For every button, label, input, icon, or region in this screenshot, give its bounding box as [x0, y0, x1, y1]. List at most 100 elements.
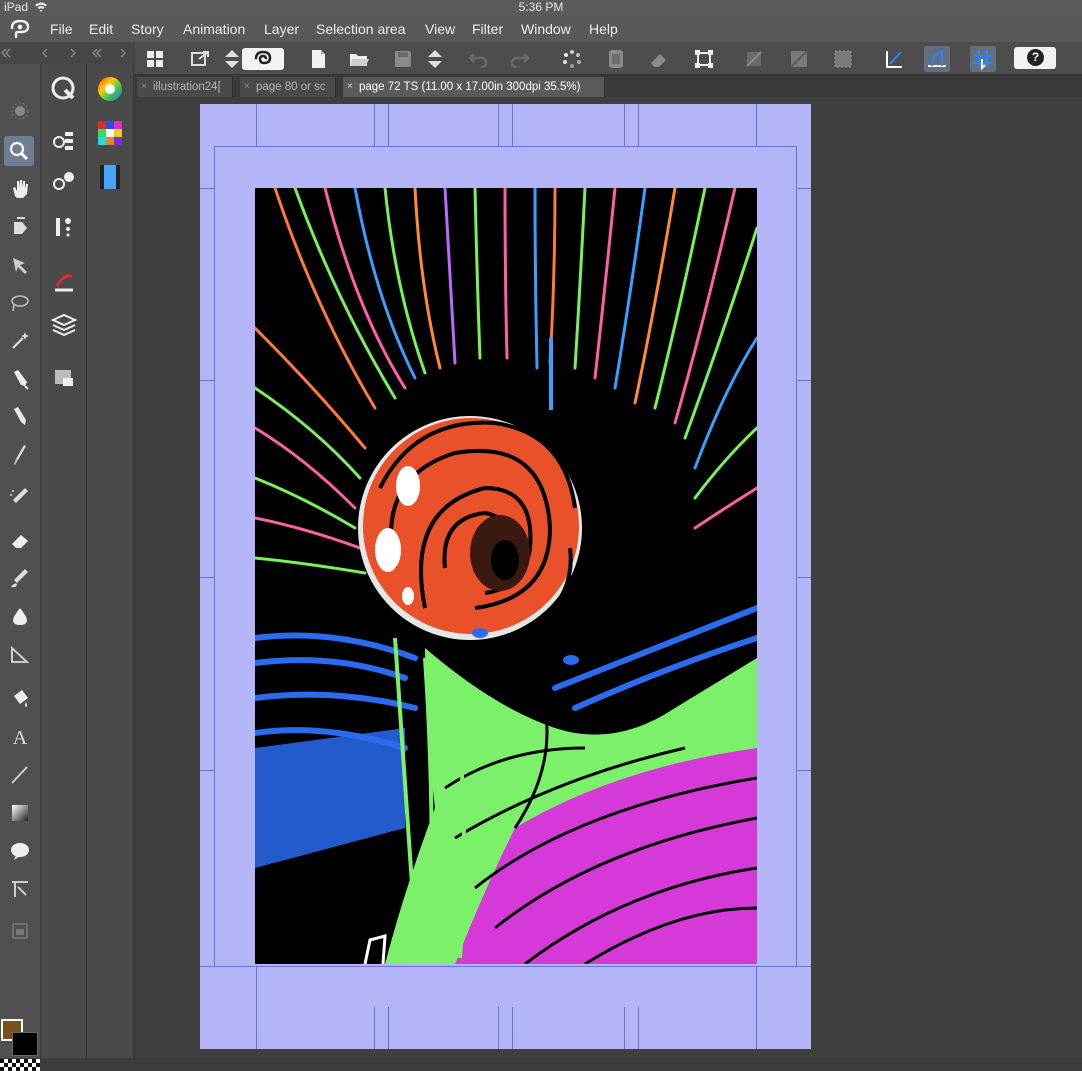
pen-icon[interactable] — [5, 364, 35, 394]
brush-icon[interactable] — [5, 440, 35, 470]
menu-layer[interactable]: Layer — [264, 21, 299, 37]
panel-collapse-arrows[interactable] — [0, 42, 135, 64]
eraser-icon-toolbar[interactable] — [646, 46, 672, 72]
crop-mark — [797, 770, 811, 771]
tab-illustration24[interactable]: × illustration24[ — [137, 77, 233, 97]
close-tab-icon[interactable]: × — [141, 77, 147, 97]
fill-icon[interactable] — [603, 46, 629, 72]
magic-wand-icon[interactable] — [5, 326, 35, 356]
clip-logo-icon[interactable] — [242, 48, 284, 70]
tab-page-80[interactable]: × page 80 or sc — [240, 77, 336, 97]
sub-color-swatch[interactable] — [12, 1032, 38, 1056]
lasso-icon[interactable] — [5, 288, 35, 318]
text-icon[interactable]: A — [5, 722, 35, 752]
clear-outside-icon[interactable] — [786, 46, 812, 72]
eraser-icon[interactable] — [5, 526, 35, 556]
menu-filter[interactable]: Filter — [472, 21, 503, 37]
fill-bucket-icon[interactable] — [5, 684, 35, 714]
menu-file[interactable]: File — [50, 21, 73, 37]
crop-mark — [797, 577, 811, 578]
clock: 5:36 PM — [518, 0, 564, 14]
crop-mark — [256, 967, 257, 1049]
bleed-guide — [796, 146, 797, 967]
grid-icon[interactable] — [142, 46, 168, 72]
ruler-snap-icon[interactable] — [881, 46, 907, 72]
crop-mark — [512, 104, 513, 146]
export-icon[interactable] — [187, 46, 213, 72]
clear-icon[interactable] — [741, 46, 767, 72]
undo-icon[interactable] — [465, 46, 491, 72]
crop-mark — [498, 1007, 499, 1049]
new-file-icon[interactable] — [305, 46, 331, 72]
material-icon[interactable] — [49, 362, 79, 392]
layer-lock-icon[interactable] — [5, 916, 35, 946]
app-logo-icon[interactable] — [9, 19, 31, 39]
fill-drop-icon[interactable] — [5, 602, 35, 632]
crop-mark — [512, 1007, 513, 1049]
subtool-settings-icon[interactable] — [49, 126, 79, 156]
navigator-icon[interactable] — [49, 74, 79, 104]
menu-help[interactable]: Help — [589, 21, 618, 37]
menu-edit[interactable]: Edit — [89, 21, 113, 37]
loading-icon[interactable] — [559, 46, 585, 72]
balloon-icon[interactable] — [5, 836, 35, 866]
crop-mark — [200, 770, 214, 771]
special-ruler-icon[interactable] — [924, 46, 950, 72]
help-button[interactable]: ? — [1014, 47, 1056, 69]
close-tab-icon[interactable]: × — [244, 77, 250, 97]
menu-selection-area[interactable]: Selection area — [316, 21, 406, 37]
color-set-icon[interactable] — [95, 118, 125, 148]
timeline-icon[interactable] — [95, 162, 125, 192]
transparent-color-swatch[interactable] — [0, 1059, 40, 1071]
select-all-icon[interactable] — [830, 46, 856, 72]
status-bar: iPad 5:36 PM — [0, 0, 1082, 16]
artwork-image[interactable] — [255, 188, 757, 964]
brush-size-icon[interactable] — [49, 212, 79, 242]
frame-icon[interactable] — [5, 874, 35, 904]
crop-mark — [374, 104, 375, 146]
color-mixing-icon[interactable] — [49, 268, 79, 298]
menu-story[interactable]: Story — [131, 21, 164, 37]
bleed-guide — [214, 146, 797, 147]
sub-tool-column — [41, 64, 87, 1058]
ruler-icon[interactable] — [5, 640, 35, 670]
pencil-icon[interactable] — [5, 402, 35, 432]
palette-column — [87, 64, 134, 1058]
save-icon[interactable] — [390, 46, 416, 72]
crop-mark — [256, 104, 257, 146]
hand-icon[interactable] — [5, 174, 35, 204]
gradient-icon[interactable] — [5, 798, 35, 828]
rotate-icon[interactable] — [5, 212, 35, 242]
menu-animation[interactable]: Animation — [183, 21, 245, 37]
svg-text:A: A — [13, 727, 28, 749]
spin-icon-2[interactable] — [422, 46, 448, 72]
crop-mark — [200, 966, 214, 967]
crop-mark — [638, 104, 639, 146]
crop-mark — [200, 380, 214, 381]
airbrush-icon[interactable] — [5, 478, 35, 508]
menu-view[interactable]: View — [425, 21, 455, 37]
document-tabs: × illustration24[ × page 80 or sc × page… — [135, 75, 1082, 97]
open-folder-icon[interactable] — [346, 46, 372, 72]
tool-property-icon[interactable] — [49, 166, 79, 196]
close-tab-icon[interactable]: × — [347, 77, 353, 97]
move-icon[interactable] — [5, 250, 35, 280]
transform-icon[interactable] — [691, 46, 717, 72]
color-wheel-icon[interactable] — [95, 74, 125, 104]
zoom-icon[interactable] — [4, 136, 34, 166]
grid-snap-icon[interactable] — [970, 46, 996, 72]
layer-icon[interactable] — [49, 310, 79, 340]
crop-mark — [756, 104, 757, 146]
crop-mark — [498, 104, 499, 146]
tab-label: page 80 or sc — [256, 81, 326, 93]
sparkle-icon[interactable] — [5, 96, 35, 126]
tab-page-72[interactable]: × page 72 TS (11.00 x 17.00in 300dpi 35.… — [343, 77, 605, 97]
line-icon[interactable] — [5, 760, 35, 790]
bleed-guide — [214, 146, 215, 967]
help-icon: ? — [1027, 49, 1044, 66]
crop-mark — [756, 967, 757, 1049]
menu-window[interactable]: Window — [521, 21, 571, 37]
blend-icon[interactable] — [5, 564, 35, 594]
redo-icon[interactable] — [507, 46, 533, 72]
menu-bar: File Edit Story Animation Layer Selectio… — [0, 16, 1082, 42]
